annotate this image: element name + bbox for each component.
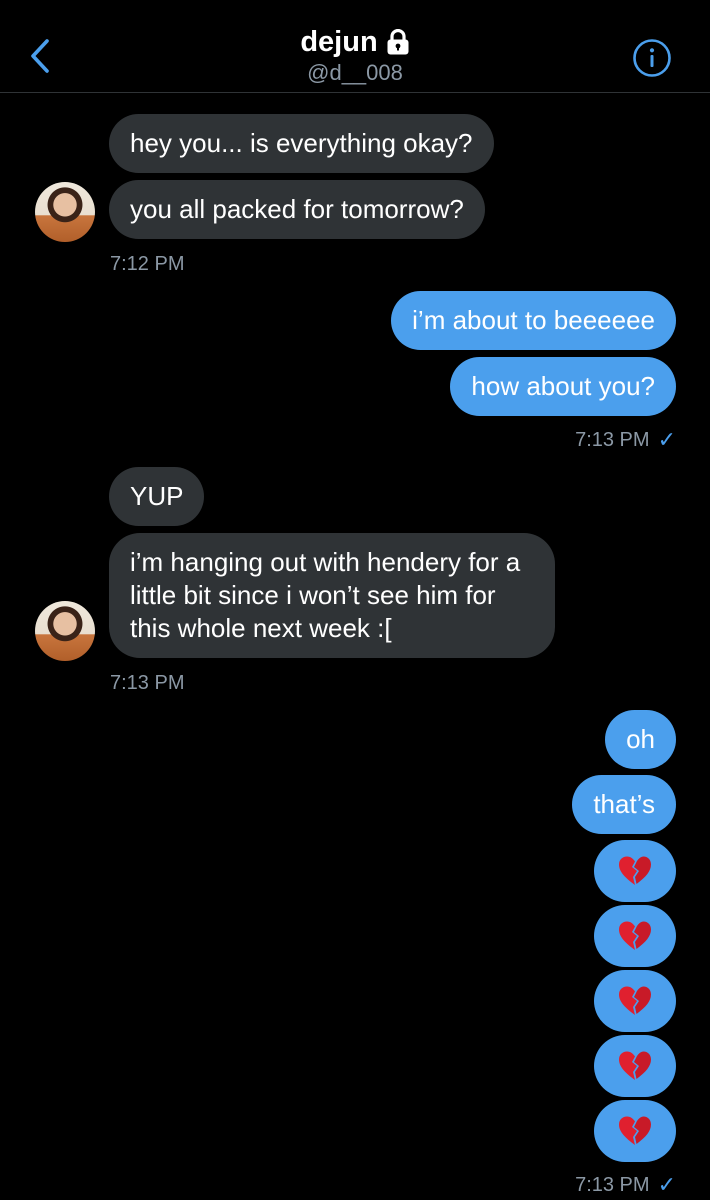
message-text: you all packed for tomorrow?: [130, 194, 464, 224]
avatar[interactable]: [35, 601, 95, 661]
message-bubble-outgoing[interactable]: oh: [605, 710, 676, 769]
lock-icon: [386, 28, 410, 55]
message-bubble-incoming[interactable]: i’m hanging out with hendery for a littl…: [109, 533, 555, 658]
message-text: that’s: [593, 789, 655, 819]
info-icon: [633, 39, 671, 77]
timestamp-text: 7:13 PM: [575, 1174, 650, 1196]
message-text: oh: [626, 724, 655, 754]
message-text: YUP: [130, 481, 184, 511]
message-bubble-outgoing[interactable]: [594, 1100, 676, 1162]
message-text: hey you... is everything okay?: [130, 128, 473, 158]
message-bubble-outgoing[interactable]: [594, 970, 676, 1032]
message-bubble-outgoing[interactable]: that’s: [572, 775, 676, 834]
avatar[interactable]: [35, 182, 95, 242]
broken-heart-icon: [619, 856, 651, 885]
read-check-icon: ✓: [657, 1172, 676, 1197]
message-text: how about you?: [471, 371, 655, 401]
contact-name: dejun: [300, 26, 378, 58]
contact-handle: @d__008: [307, 60, 403, 85]
message-bubble-outgoing[interactable]: how about you?: [450, 357, 676, 416]
message-bubble-incoming[interactable]: YUP: [109, 467, 205, 526]
broken-heart-icon: [619, 1116, 651, 1145]
message-timestamp: 7:13 PM: [110, 672, 185, 694]
message-text: i’m hanging out with hendery for a littl…: [130, 547, 521, 643]
broken-heart-icon: [619, 1051, 651, 1080]
message-bubble-outgoing[interactable]: [594, 905, 676, 967]
message-timestamp: 7:13 PM ✓: [575, 1173, 676, 1197]
timestamp-text: 7:13 PM: [575, 429, 650, 451]
message-bubble-incoming[interactable]: hey you... is everything okay?: [109, 114, 494, 173]
message-bubble-outgoing[interactable]: [594, 1035, 676, 1097]
message-timestamp: 7:13 PM ✓: [575, 428, 676, 452]
conversation-title[interactable]: dejun @d__008: [0, 24, 710, 86]
broken-heart-icon: [619, 986, 651, 1015]
message-bubble-incoming[interactable]: you all packed for tomorrow?: [109, 180, 485, 239]
message-bubble-outgoing[interactable]: [594, 840, 676, 902]
info-button[interactable]: [632, 38, 672, 78]
message-timestamp: 7:12 PM: [110, 253, 185, 275]
message-text: i’m about to beeeeee: [412, 305, 655, 335]
read-check-icon: ✓: [657, 427, 676, 452]
message-bubble-outgoing[interactable]: i’m about to beeeeee: [391, 291, 676, 350]
conversation-header: dejun @d__008: [0, 0, 710, 93]
broken-heart-icon: [619, 921, 651, 950]
